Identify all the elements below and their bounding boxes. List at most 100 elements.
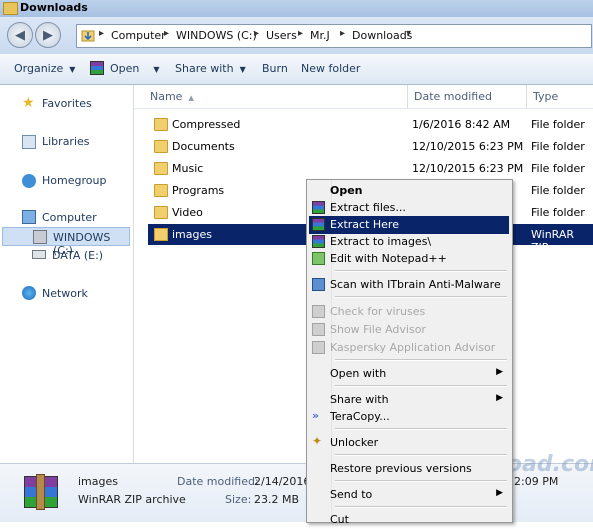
- file-date: 12/10/2015 6:23 PM: [412, 162, 524, 175]
- nav-drive-e[interactable]: DATA (E:): [52, 249, 103, 262]
- breadcrumb-users[interactable]: Users: [266, 29, 297, 42]
- menu-separator: [335, 359, 507, 361]
- address-bar[interactable]: ▸ Computer ▸ WINDOWS (C:) ▸ Users ▸ Mr.J…: [76, 24, 592, 48]
- back-button[interactable]: ◀: [7, 22, 33, 48]
- chevron-down-icon: ▼: [153, 65, 160, 74]
- menu-item-edit-notepad[interactable]: Edit with Notepad++: [309, 250, 509, 268]
- file-name: Video: [172, 206, 203, 219]
- menu-label: Unlocker: [330, 436, 379, 449]
- nav-homegroup[interactable]: Homegroup: [42, 174, 106, 187]
- selected-file-name: images: [78, 475, 118, 488]
- open-button[interactable]: Open ▼: [110, 62, 160, 75]
- menu-item-check-viruses: Check for viruses: [309, 303, 509, 321]
- organize-label: Organize: [14, 62, 64, 75]
- drive-icon: [32, 250, 46, 259]
- submenu-arrow-icon: ▶: [496, 367, 503, 377]
- menu-item-cut[interactable]: Cut: [309, 511, 509, 529]
- chevron-down-icon: ▼: [69, 65, 76, 74]
- menu-separator: [335, 296, 507, 298]
- date-modified-value: 2/14/2016: [254, 475, 311, 488]
- winrar-icon: [312, 201, 325, 214]
- breadcrumb-separator[interactable]: ▸: [164, 28, 169, 39]
- file-name: Programs: [172, 184, 225, 197]
- teracopy-icon: »: [312, 409, 320, 422]
- burn-button[interactable]: Burn: [262, 62, 288, 75]
- menu-item-kaspersky-advisor: Kaspersky Application Advisor: [309, 339, 509, 357]
- breadcrumb-downloads[interactable]: Downloads: [352, 29, 412, 42]
- nav-libraries[interactable]: Libraries: [42, 135, 90, 148]
- organize-button[interactable]: Organize ▼: [14, 62, 75, 75]
- kaspersky-icon: [312, 341, 325, 354]
- open-label: Open: [110, 62, 140, 75]
- share-with-label: Share with: [175, 62, 234, 75]
- menu-label: Edit with Notepad++: [330, 252, 447, 265]
- column-name[interactable]: Name ▲: [144, 85, 408, 108]
- menu-label: Share with: [330, 393, 389, 406]
- menu-label: Open with: [330, 367, 387, 380]
- kaspersky-icon: [312, 323, 325, 336]
- menu-separator: [335, 454, 507, 456]
- nav-computer[interactable]: Computer: [42, 211, 97, 224]
- menu-item-scan[interactable]: Scan with ITbrain Anti-Malware: [309, 276, 509, 294]
- notepad-plus-plus-icon: [312, 252, 325, 265]
- nav-favorites[interactable]: Favorites: [42, 97, 92, 110]
- menu-label: Extract files...: [330, 201, 406, 214]
- column-date-modified[interactable]: Date modified: [407, 85, 527, 108]
- menu-item-open-with[interactable]: Open with ▶: [309, 365, 509, 383]
- breadcrumb-drive[interactable]: WINDOWS (C:): [176, 29, 257, 42]
- menu-item-open[interactable]: Open: [309, 182, 509, 200]
- winrar-icon: [312, 218, 325, 231]
- file-type: File folder: [531, 162, 585, 175]
- breadcrumb-computer[interactable]: Computer: [111, 29, 166, 42]
- date-modified-label: Date modified:: [177, 475, 259, 488]
- menu-label: Check for viruses: [330, 305, 426, 318]
- size-label: Size:: [225, 493, 252, 506]
- folder-icon: [154, 184, 168, 197]
- forward-button[interactable]: ▶: [35, 22, 61, 48]
- breadcrumb-dropdown-icon[interactable]: ▾: [406, 28, 411, 39]
- submenu-arrow-icon: ▶: [496, 488, 503, 498]
- submenu-arrow-icon: ▶: [496, 393, 503, 403]
- breadcrumb-separator[interactable]: ▸: [340, 28, 345, 39]
- menu-item-extract-to[interactable]: Extract to images\: [309, 233, 509, 251]
- file-row[interactable]: Compressed 1/6/2016 8:42 AM File folder: [148, 114, 593, 136]
- file-row[interactable]: Documents 12/10/2015 6:23 PM File folder: [148, 136, 593, 158]
- breadcrumb-separator[interactable]: ▸: [99, 28, 104, 39]
- nav-network[interactable]: Network: [42, 287, 88, 300]
- file-name: Music: [172, 162, 204, 175]
- nav-drive-c-row[interactable]: WINDOWS (C:): [2, 227, 130, 257]
- menu-item-restore-versions[interactable]: Restore previous versions: [309, 460, 509, 478]
- menu-item-show-advisor: Show File Advisor: [309, 321, 509, 339]
- breadcrumb-separator[interactable]: ▸: [298, 28, 303, 39]
- menu-item-unlocker[interactable]: ✦ Unlocker: [309, 434, 509, 452]
- new-folder-button[interactable]: New folder: [301, 62, 360, 75]
- share-with-button[interactable]: Share with ▼: [175, 62, 246, 75]
- breadcrumb-user[interactable]: Mr.J: [310, 29, 330, 42]
- menu-item-send-to[interactable]: Send to ▶: [309, 486, 509, 504]
- kaspersky-icon: [312, 305, 325, 318]
- menu-item-teracopy[interactable]: » TeraCopy...: [309, 408, 509, 426]
- menu-label: Cut: [330, 513, 349, 526]
- folder-icon: [154, 140, 168, 153]
- file-row[interactable]: Music 12/10/2015 6:23 PM File folder: [148, 158, 593, 180]
- menu-label: Kaspersky Application Advisor: [330, 341, 496, 354]
- column-name-label: Name: [150, 90, 183, 103]
- menu-item-extract-files[interactable]: Extract files...: [309, 199, 509, 217]
- column-type[interactable]: Type: [526, 85, 593, 108]
- breadcrumb-separator[interactable]: ▸: [254, 28, 259, 39]
- file-name: Compressed: [172, 118, 241, 131]
- menu-label: TeraCopy...: [330, 410, 390, 423]
- shield-icon: [312, 278, 325, 291]
- winrar-archive-icon: [154, 228, 168, 241]
- menu-separator: [335, 270, 507, 272]
- column-headers: Name ▲ Date modified Type: [134, 85, 593, 109]
- chevron-down-icon: ▼: [239, 65, 246, 74]
- winrar-icon: [312, 235, 325, 248]
- menu-item-extract-here[interactable]: Extract Here: [309, 216, 509, 234]
- menu-separator: [335, 428, 507, 430]
- window-title: Downloads: [20, 1, 88, 14]
- menu-item-share-with[interactable]: Share with ▶: [309, 391, 509, 409]
- network-icon: [22, 286, 36, 300]
- file-type: File folder: [531, 206, 585, 219]
- context-menu: Open Extract files... Extract Here Extra…: [306, 179, 513, 526]
